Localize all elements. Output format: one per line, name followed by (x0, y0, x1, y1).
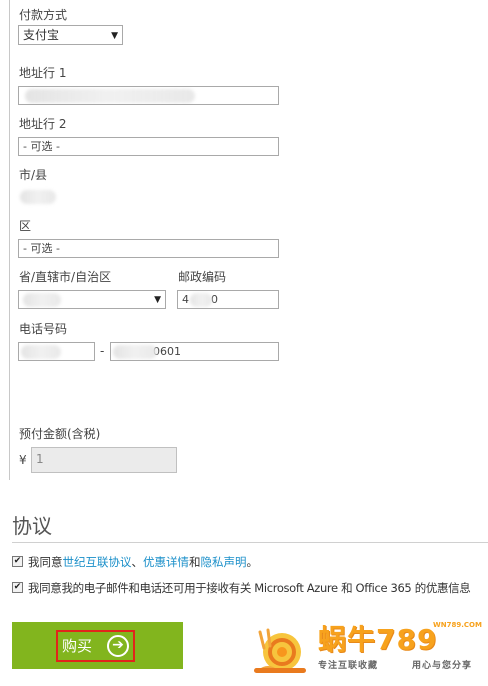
phone-label: 电话号码 (19, 322, 68, 336)
payment-method-select[interactable]: 支付宝 ▼ (18, 25, 123, 45)
agreement-checkbox-1[interactable]: ✔ (12, 556, 23, 567)
payment-method-label: 付款方式 (19, 8, 68, 22)
agreement-checkbox-2[interactable]: ✔ (12, 582, 23, 593)
dropdown-arrow-icon: ▼ (154, 295, 161, 305)
agreement-title: 协议 (12, 514, 52, 538)
privacy-statement-link[interactable]: 隐私声明 (201, 555, 247, 569)
redacted-text (23, 293, 61, 307)
district-input[interactable]: - 可选 - (18, 239, 279, 258)
redacted-text (21, 345, 61, 359)
city-label: 市/县 (19, 168, 48, 182)
agreement-divider (12, 542, 488, 543)
redacted-text (190, 293, 212, 307)
prepay-label: 预付金额(含税) (19, 427, 101, 441)
arrow-right-icon: ➔ (107, 635, 129, 657)
district-label: 区 (19, 219, 32, 233)
century-agreement-link[interactable]: 世纪互联协议 (63, 555, 132, 569)
payment-method-value: 支付宝 (23, 28, 60, 42)
address-line2-label: 地址行 2 (19, 117, 67, 131)
city-input[interactable] (18, 188, 62, 207)
address-line2-input[interactable]: - 可选 - (18, 137, 279, 156)
offer-details-link[interactable]: 优惠详情 (143, 555, 189, 569)
currency-symbol: ¥ (19, 453, 27, 467)
watermark-brand: 蜗牛789 (318, 623, 438, 656)
phone-number-input[interactable]: 0601 (110, 342, 279, 361)
buy-button-area: 购买 ➔ (12, 622, 183, 669)
phone-country-input[interactable] (18, 342, 95, 361)
postal-code-label: 邮政编码 (178, 270, 227, 284)
watermark-slogan-1: 专注互联收藏 (318, 661, 379, 671)
phone-separator: - (100, 344, 105, 358)
agreement-text-2: 我同意我的电子邮件和电话还可用于接收有关 Microsoft Azure 和 O… (28, 581, 471, 595)
prepay-amount-input[interactable]: 1 (31, 447, 177, 473)
watermark-logo: 蜗牛789 WN789.COM 专注互联收藏 用心与您分享 (248, 618, 484, 676)
dropdown-arrow-icon: ▼ (111, 31, 118, 41)
watermark-domain: WN789.COM (433, 621, 482, 629)
province-label: 省/直辖市/自治区 (19, 270, 112, 284)
address-line1-label: 地址行 1 (19, 66, 67, 80)
postal-code-input[interactable]: 40 (177, 290, 279, 309)
watermark-slogan-2: 用心与您分享 (412, 661, 473, 671)
buy-button[interactable]: 购买 ➔ (56, 630, 135, 662)
redacted-text (20, 190, 56, 204)
snail-icon (254, 628, 306, 673)
panel-left-border (0, 0, 10, 480)
redacted-text (25, 89, 195, 103)
address-line1-input[interactable] (18, 86, 279, 105)
agreement-text-1: 我同意世纪互联协议、优惠详情和隐私声明。 (28, 555, 258, 569)
redacted-text (113, 345, 157, 359)
province-select[interactable]: ▼ (18, 290, 166, 309)
